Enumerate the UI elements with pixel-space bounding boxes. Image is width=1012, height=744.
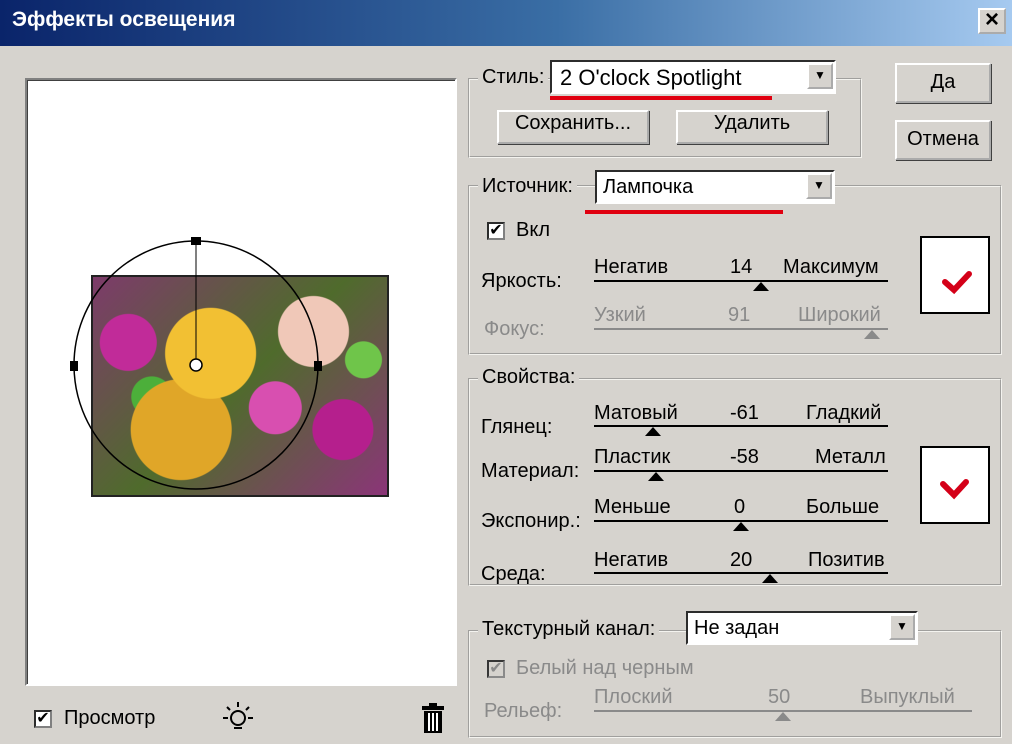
intensity-min-label: Негатив (594, 256, 669, 278)
texture-select[interactable]: Не задан ▼ (686, 611, 918, 645)
style-select-value: 2 O'clock Spotlight (560, 65, 742, 90)
light-handle-top[interactable] (191, 237, 201, 245)
checkmark-icon (940, 479, 969, 500)
material-max-label: Металл (815, 446, 886, 468)
height-thumb (775, 712, 791, 721)
ambience-max-label: Позитив (808, 549, 885, 571)
white-high-checkbox: ✔ (487, 660, 505, 678)
material-thumb[interactable] (648, 472, 664, 481)
height-label: Рельеф: (484, 700, 563, 722)
lightbulb-icon[interactable] (218, 700, 258, 736)
source-label: Источник: (478, 175, 577, 198)
save-style-button[interactable]: Сохранить... (497, 110, 649, 144)
chevron-down-icon[interactable]: ▼ (889, 614, 915, 640)
source-select-value: Лампочка (603, 176, 694, 198)
material-min-label: Пластик (594, 446, 671, 468)
preview-label: Просмотр (64, 707, 156, 729)
gloss-thumb[interactable] (645, 427, 661, 436)
ambience-track[interactable] (594, 572, 888, 574)
light-handle-left[interactable] (70, 361, 78, 371)
material-track[interactable] (594, 470, 888, 472)
trash-icon[interactable] (420, 702, 446, 734)
focus-label: Фокус: (484, 318, 545, 340)
gloss-min-label: Матовый (594, 402, 678, 424)
exposure-max-label: Больше (806, 496, 880, 518)
focus-track (594, 328, 888, 330)
style-select[interactable]: 2 O'clock Spotlight ▼ (550, 60, 836, 94)
ambience-min-label: Негатив (594, 549, 669, 571)
intensity-label: Яркость: (481, 270, 562, 292)
exposure-label: Экспонир.: (481, 510, 581, 532)
exposure-thumb[interactable] (733, 522, 749, 531)
delete-style-button[interactable]: Удалить (676, 110, 828, 144)
preview-checkbox[interactable]: ✔ (34, 710, 52, 728)
ambient-color-swatch[interactable] (920, 446, 990, 524)
height-max-label: Выпуклый (860, 686, 955, 708)
light-color-swatch[interactable] (920, 236, 990, 314)
focus-max-label: Широкий (798, 304, 881, 326)
properties-label: Свойства: (478, 366, 580, 389)
chevron-down-icon[interactable]: ▼ (807, 63, 833, 89)
style-annotation-underline (550, 96, 772, 100)
intensity-track[interactable] (594, 280, 888, 282)
height-value: 50 (768, 686, 791, 708)
gloss-track[interactable] (594, 425, 888, 427)
light-source-overlay[interactable] (0, 0, 460, 700)
gloss-max-label: Гладкий (806, 402, 882, 424)
white-high-label: Белый над черным (516, 657, 694, 679)
height-min-label: Плоский (594, 686, 673, 708)
ambience-value: 20 (730, 549, 753, 571)
source-select[interactable]: Лампочка ▼ (595, 170, 835, 204)
chevron-down-icon[interactable]: ▼ (806, 173, 832, 199)
light-handle-right[interactable] (314, 361, 322, 371)
ok-button[interactable]: Да (895, 63, 991, 103)
checkmark-icon (942, 271, 972, 295)
ambience-label: Среда: (481, 563, 546, 585)
gloss-value: -61 (730, 402, 759, 424)
source-on-label: Вкл (516, 219, 550, 241)
intensity-max-label: Максимум (783, 256, 879, 278)
close-button[interactable]: × (978, 8, 1006, 34)
style-label: Стиль: (478, 66, 549, 89)
texture-label: Текстурный канал: (478, 618, 660, 641)
source-on-checkbox[interactable]: ✔ (487, 222, 505, 240)
gloss-label: Глянец: (481, 416, 553, 438)
focus-thumb (864, 330, 880, 339)
source-annotation-underline (585, 210, 783, 214)
focus-value: 91 (728, 304, 751, 326)
material-label: Материал: (481, 460, 580, 482)
intensity-thumb[interactable] (753, 282, 769, 291)
texture-select-value: Не задан (694, 617, 780, 639)
material-value: -58 (730, 446, 759, 468)
cancel-button[interactable]: Отмена (895, 120, 991, 160)
light-center-handle[interactable] (189, 358, 203, 372)
exposure-min-label: Меньше (594, 496, 671, 518)
intensity-value: 14 (730, 256, 753, 278)
focus-min-label: Узкий (594, 304, 646, 326)
ambience-thumb[interactable] (762, 574, 778, 583)
exposure-value: 0 (734, 496, 746, 518)
